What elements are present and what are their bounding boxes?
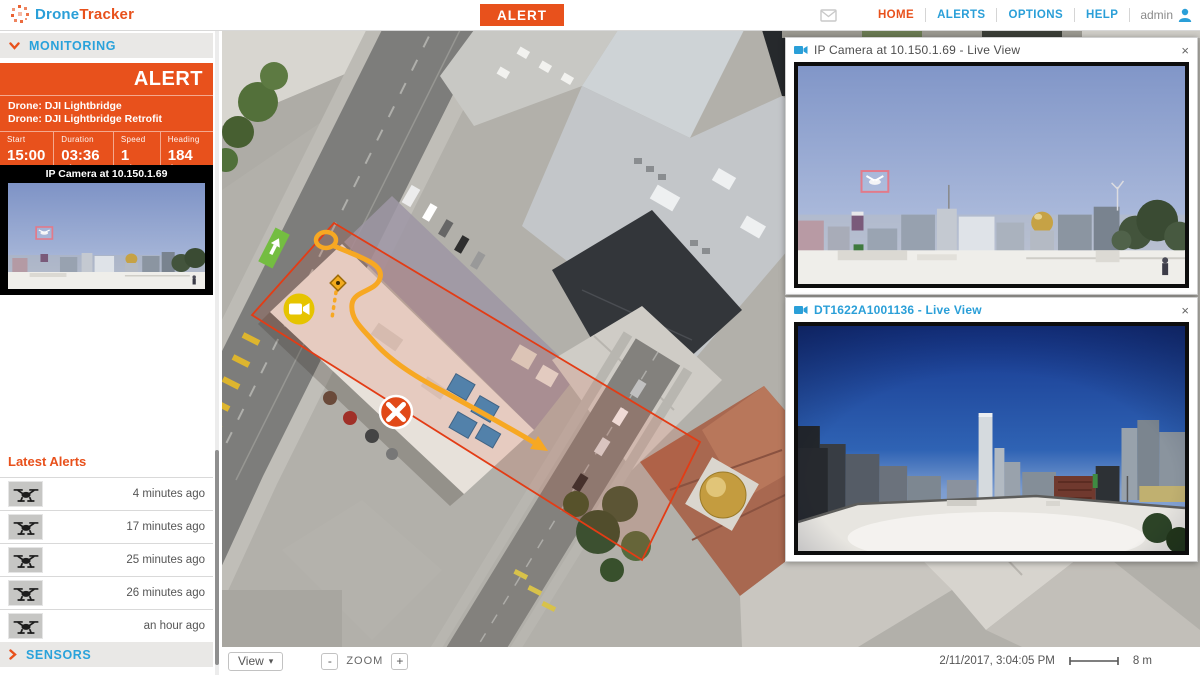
camera-marker[interactable] bbox=[284, 294, 315, 325]
latest-alerts-list: 4 minutes ago 17 minutes ago 25 minutes … bbox=[0, 477, 213, 643]
envelope-icon[interactable] bbox=[820, 9, 837, 22]
scale-bar bbox=[1069, 656, 1119, 666]
user-icon bbox=[1178, 8, 1192, 22]
sensors-label: SENSORS bbox=[26, 648, 91, 662]
drone-icon bbox=[8, 547, 43, 573]
alert-drone-name: Drone: DJI Lightbridge Retrofit bbox=[8, 113, 205, 126]
sidebar-camera-title: IP Camera at 10.150.1.69 bbox=[0, 165, 213, 180]
alert-list-item[interactable]: 17 minutes ago bbox=[0, 510, 213, 543]
nav-alerts[interactable]: ALERTS bbox=[926, 9, 996, 21]
chevron-right-icon bbox=[9, 649, 17, 660]
live-view-panel-ip-camera: IP Camera at 10.150.1.69 - Live View × bbox=[785, 37, 1198, 295]
alert-time: 26 minutes ago bbox=[126, 587, 205, 599]
panel-header[interactable]: DT1622A1001136 - Live View × bbox=[786, 298, 1197, 322]
alert-list-item[interactable]: an hour ago bbox=[0, 609, 213, 643]
map-toolbar: View▾ - ZOOM + 2/11/2017, 3:04:05 PM 8 m bbox=[222, 647, 1200, 675]
nav-options[interactable]: OPTIONS bbox=[997, 9, 1074, 21]
drone-icon bbox=[8, 514, 43, 540]
sidebar-camera-image bbox=[8, 183, 205, 289]
sidebar: MONITORING ALERT Drone: DJI Lightbridge … bbox=[0, 30, 213, 675]
nav-help[interactable]: HELP bbox=[1075, 9, 1129, 21]
alert-location-marker[interactable] bbox=[380, 396, 412, 428]
alert-time: 25 minutes ago bbox=[126, 554, 205, 566]
camera-icon bbox=[794, 45, 808, 55]
alert-list-item[interactable]: 26 minutes ago bbox=[0, 576, 213, 609]
panel-header[interactable]: IP Camera at 10.150.1.69 - Live View × bbox=[786, 38, 1197, 62]
alert-list-item[interactable]: 4 minutes ago bbox=[0, 477, 213, 510]
sidebar-scrollbar[interactable] bbox=[215, 30, 219, 675]
alert-time: 4 minutes ago bbox=[133, 488, 205, 500]
monitoring-label: MONITORING bbox=[29, 39, 116, 53]
app-logo[interactable]: DroneTracker bbox=[10, 4, 134, 24]
nav-home[interactable]: HOME bbox=[867, 9, 925, 21]
live-view-panel-dt1622: DT1622A1001136 - Live View × bbox=[785, 297, 1198, 562]
monitoring-section-header[interactable]: MONITORING bbox=[0, 33, 213, 58]
user-menu[interactable]: admin bbox=[1130, 8, 1192, 22]
alert-time: 17 minutes ago bbox=[126, 521, 205, 533]
drone-icon bbox=[8, 613, 43, 639]
alert-card-title: ALERT bbox=[0, 63, 213, 95]
caret-down-icon: ▾ bbox=[269, 656, 274, 667]
zoom-in-button[interactable]: + bbox=[391, 653, 408, 670]
latest-alerts-title: Latest Alerts bbox=[8, 454, 86, 469]
zoom-label: ZOOM bbox=[346, 655, 383, 667]
zoom-out-button[interactable]: - bbox=[321, 653, 338, 670]
sidebar-camera-feed[interactable]: IP Camera at 10.150.1.69 bbox=[0, 165, 213, 295]
camera1-video bbox=[794, 62, 1189, 288]
drone-icon bbox=[8, 580, 43, 606]
drone-icon bbox=[8, 481, 43, 507]
chevron-down-icon bbox=[9, 42, 20, 50]
username-label: admin bbox=[1140, 8, 1173, 22]
close-icon[interactable]: × bbox=[1181, 304, 1189, 317]
map-timestamp: 2/11/2017, 3:04:05 PM bbox=[939, 655, 1055, 667]
logo-text: DroneTracker bbox=[35, 6, 134, 23]
top-navigation: HOME ALERTS OPTIONS HELP admin bbox=[820, 0, 1192, 30]
panel-title: DT1622A1001136 - Live View bbox=[814, 303, 982, 317]
camera-icon bbox=[794, 305, 808, 315]
alert-list-item[interactable]: 25 minutes ago bbox=[0, 543, 213, 576]
alert-drone-list: Drone: DJI Lightbridge Drone: DJI Lightb… bbox=[0, 95, 213, 131]
camera2-video bbox=[794, 322, 1189, 555]
sensors-section-header[interactable]: SENSORS bbox=[0, 642, 213, 667]
global-alert-banner[interactable]: ALERT bbox=[480, 4, 564, 26]
alert-time: an hour ago bbox=[144, 620, 205, 632]
alert-drone-name: Drone: DJI Lightbridge bbox=[8, 100, 205, 113]
close-icon[interactable]: × bbox=[1181, 44, 1189, 57]
active-alert-card[interactable]: ALERT Drone: DJI Lightbridge Drone: DJI … bbox=[0, 63, 213, 179]
scale-label: 8 m bbox=[1133, 655, 1152, 667]
view-dropdown[interactable]: View▾ bbox=[228, 652, 283, 671]
panel-title: IP Camera at 10.150.1.69 - Live View bbox=[814, 43, 1020, 57]
top-bar: DroneTracker ALERT HOME ALERTS OPTIONS H… bbox=[0, 0, 1200, 31]
logo-dots-icon bbox=[10, 4, 30, 24]
